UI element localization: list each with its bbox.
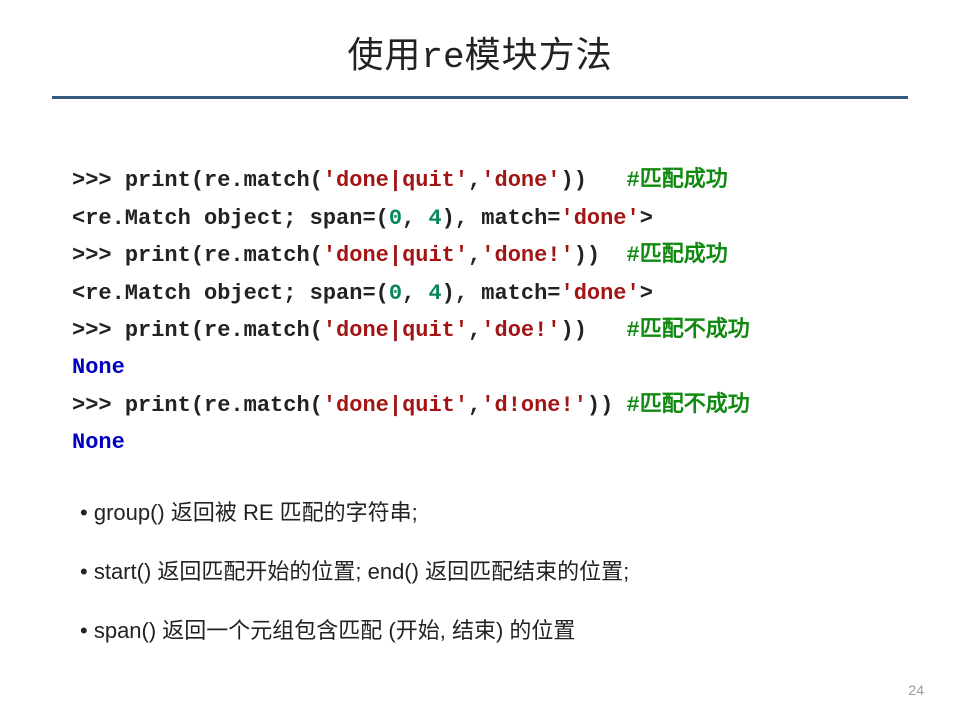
- list-item: start() 返回匹配开始的位置; end() 返回匹配结束的位置;: [80, 555, 908, 588]
- slide-title: 使用re模块方法: [0, 0, 960, 82]
- code-line: >>> print(re.match('done|quit','done!'))…: [72, 243, 728, 268]
- code-line: <re.Match object; span=(0, 4), match='do…: [72, 281, 653, 306]
- code-line: None: [72, 355, 125, 380]
- list-item: span() 返回一个元组包含匹配 (开始, 结束) 的位置: [80, 614, 908, 647]
- code-line: >>> print(re.match('done|quit','d!one!')…: [72, 393, 750, 418]
- title-mono: re: [421, 37, 464, 78]
- title-post: 模块方法: [465, 34, 613, 75]
- bullet-list: group() 返回被 RE 匹配的字符串; start() 返回匹配开始的位置…: [80, 496, 908, 647]
- code-line: <re.Match object; span=(0, 4), match='do…: [72, 206, 653, 231]
- list-item: group() 返回被 RE 匹配的字符串;: [80, 496, 908, 529]
- title-rule: [52, 96, 908, 99]
- code-line: >>> print(re.match('done|quit','done')) …: [72, 168, 728, 193]
- code-line: >>> print(re.match('done|quit','doe!')) …: [72, 318, 750, 343]
- code-line: None: [72, 430, 125, 455]
- page-number: 24: [908, 682, 924, 698]
- code-block: >>> print(re.match('done|quit','done')) …: [72, 125, 908, 462]
- title-pre: 使用: [347, 34, 421, 75]
